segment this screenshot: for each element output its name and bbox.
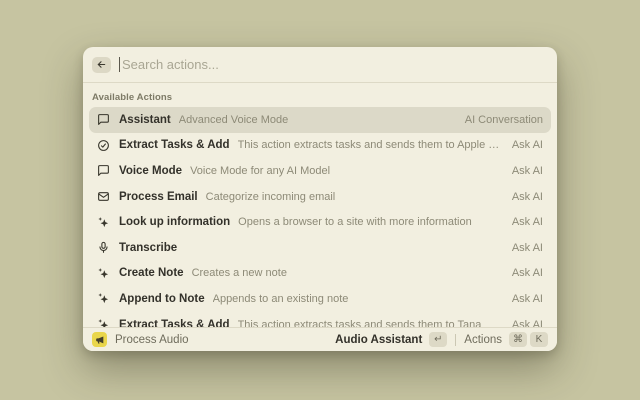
sparkles-icon (97, 292, 110, 305)
primary-action-button[interactable]: Audio Assistant (335, 334, 422, 346)
section-label: Available Actions (89, 83, 551, 107)
text-caret (119, 57, 120, 72)
action-description: Creates a new note (192, 267, 287, 279)
action-type-label: Ask AI (502, 293, 543, 305)
sparkles-icon (97, 267, 110, 280)
action-title: Append to Note (119, 293, 205, 305)
k-keycap: K (530, 332, 548, 347)
desktop: { "colors": { "desktop_bg": "#c6c4a1", "… (0, 0, 640, 400)
footer-divider (455, 334, 456, 346)
app-icon (92, 332, 107, 347)
action-title: Assistant (119, 114, 171, 126)
action-title: Voice Mode (119, 165, 182, 177)
action-title: Process Email (119, 191, 198, 203)
action-row[interactable]: Transcribe Ask AI (89, 235, 551, 261)
action-type-label: AI Conversation (455, 114, 543, 126)
speech-bubble-icon (97, 164, 110, 177)
action-type-label: Ask AI (502, 319, 543, 327)
search-input[interactable]: Search actions... (119, 57, 548, 72)
megaphone-icon (95, 335, 105, 345)
speech-bubble-icon (97, 113, 110, 126)
rows-container: Assistant Advanced Voice Mode AI Convers… (89, 107, 551, 327)
action-row[interactable]: Voice Mode Voice Mode for any AI Model A… (89, 158, 551, 184)
footer-app-label: Process Audio (115, 334, 189, 346)
microphone-icon (97, 241, 110, 254)
action-row[interactable]: Create Note Creates a new note Ask AI (89, 261, 551, 287)
action-row[interactable]: Look up information Opens a browser to a… (89, 209, 551, 235)
action-description: This action extracts tasks and sends the… (238, 319, 482, 327)
back-arrow-icon (96, 59, 107, 70)
action-type-label: Ask AI (502, 139, 543, 151)
action-type-label: Ask AI (502, 242, 543, 254)
actions-list: Available Actions Assistant Advanced Voi… (83, 83, 557, 327)
search-placeholder: Search actions... (122, 57, 219, 72)
action-title: Extract Tasks & Add (119, 319, 230, 327)
action-row[interactable]: Assistant Advanced Voice Mode AI Convers… (89, 107, 551, 133)
action-type-label: Ask AI (502, 165, 543, 177)
action-row[interactable]: Extract Tasks & Add This action extracts… (89, 133, 551, 159)
action-type-label: Ask AI (502, 191, 543, 203)
action-description: Opens a browser to a site with more info… (238, 216, 472, 228)
sparkles-icon (97, 318, 110, 327)
action-title: Create Note (119, 267, 184, 279)
action-description: Advanced Voice Mode (179, 114, 288, 126)
envelope-icon (97, 190, 110, 203)
action-description: Voice Mode for any AI Model (190, 165, 330, 177)
footer-right: Audio Assistant ↵ Actions ⌘ K (335, 332, 548, 347)
action-type-label: Ask AI (502, 267, 543, 279)
back-button[interactable] (92, 57, 111, 73)
command-palette-window: Search actions... Available Actions Assi… (83, 47, 557, 351)
cmd-keycap: ⌘ (509, 332, 527, 347)
action-description: Categorize incoming email (206, 191, 336, 203)
action-description: Appends to an existing note (213, 293, 349, 305)
action-title: Look up information (119, 216, 230, 228)
action-row[interactable]: Process Email Categorize incoming email … (89, 184, 551, 210)
sparkles-icon (97, 216, 110, 229)
action-title: Transcribe (119, 242, 177, 254)
footer-bar: Process Audio Audio Assistant ↵ Actions … (83, 327, 557, 351)
action-row[interactable]: Append to Note Appends to an existing no… (89, 286, 551, 312)
action-type-label: Ask AI (502, 216, 543, 228)
search-bar: Search actions... (83, 47, 557, 83)
action-description: This action extracts tasks and sends the… (238, 139, 502, 151)
actions-menu-button[interactable]: Actions (464, 334, 502, 346)
check-circle-icon (97, 139, 110, 152)
action-title: Extract Tasks & Add (119, 139, 230, 151)
action-row[interactable]: Extract Tasks & Add This action extracts… (89, 312, 551, 327)
return-keycap: ↵ (429, 332, 447, 347)
